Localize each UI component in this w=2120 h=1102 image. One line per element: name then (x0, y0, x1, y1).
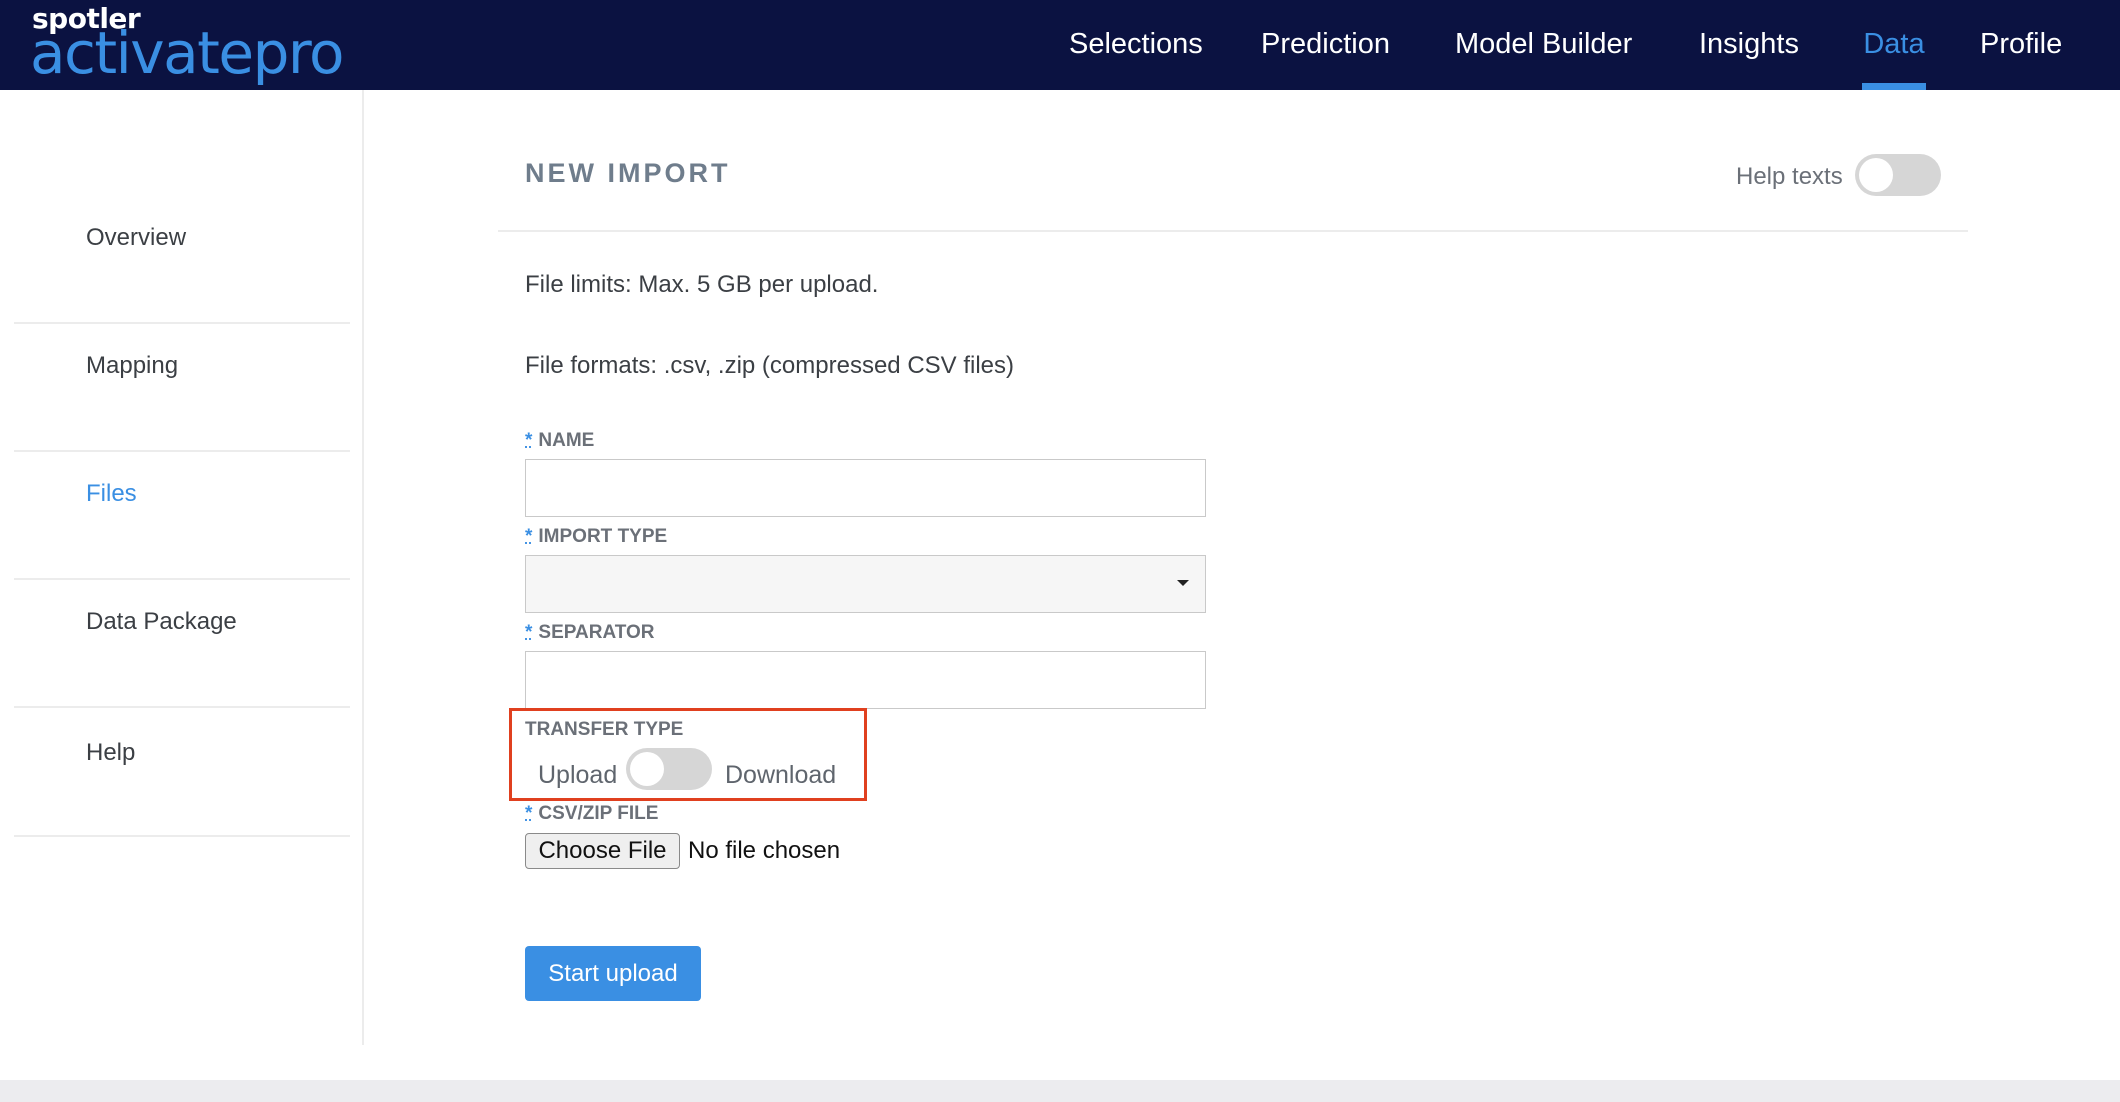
sidebar-item-label: Help (86, 739, 136, 766)
name-input[interactable] (525, 459, 1206, 517)
transfer-upload-label: Upload (538, 761, 618, 789)
separator-label-text: SEPARATOR (538, 622, 655, 643)
divider (498, 230, 1968, 232)
name-label-text: NAME (538, 430, 595, 451)
choose-file-button[interactable]: Choose File (525, 833, 680, 869)
page-title: NEW IMPORT (525, 158, 731, 188)
transfer-type-label: TRANSFER TYPE (525, 719, 684, 740)
import-type-select[interactable] (525, 555, 1206, 613)
file-status-text: No file chosen (688, 837, 841, 864)
required-marker: * (525, 803, 533, 824)
required-marker: * (525, 622, 533, 643)
toggle-knob (630, 752, 664, 786)
nav-model-builder[interactable]: Model Builder (1455, 0, 1632, 90)
import-type-field-label: * IMPORT TYPE (525, 526, 667, 548)
sidebar-item-mapping[interactable]: Mapping (14, 324, 350, 452)
file-limits-text: File limits: Max. 5 GB per upload. (525, 271, 879, 298)
separator-input[interactable] (525, 651, 1206, 709)
nav-active-indicator (1862, 83, 1926, 90)
csv-zip-file-label-text: CSV/ZIP FILE (538, 803, 659, 824)
help-texts-label: Help texts (1736, 163, 1843, 190)
sidebar-item-label: Data Package (86, 608, 237, 635)
toggle-knob (1859, 158, 1893, 192)
file-formats-text: File formats: .csv, .zip (compressed CSV… (525, 352, 1014, 379)
transfer-download-label: Download (725, 761, 837, 789)
sidebar-item-label: Mapping (86, 352, 179, 379)
nav-data-label: Data (1863, 28, 1925, 60)
brand-logo-main: activatepro (30, 19, 344, 87)
chevron-down-icon (1177, 580, 1189, 586)
csv-zip-file-field-label: * CSV/ZIP FILE (525, 803, 658, 825)
required-marker: * (525, 430, 533, 451)
sidebar-item-label: Files (86, 480, 137, 507)
import-type-label-text: IMPORT TYPE (538, 526, 668, 547)
separator-field-label: * SEPARATOR (525, 622, 655, 644)
sidebar: Overview Mapping Files Data Package Help (0, 90, 364, 1045)
sidebar-item-overview[interactable]: Overview (14, 197, 350, 324)
nav-profile[interactable]: Profile (1980, 0, 2062, 90)
nav-selections[interactable]: Selections (1069, 0, 1203, 90)
top-navigation-bar: spotler activatepro Selections Predictio… (0, 0, 2120, 90)
sidebar-item-data-package[interactable]: Data Package (14, 580, 350, 708)
required-marker: * (525, 526, 533, 547)
start-upload-button[interactable]: Start upload (525, 946, 701, 1001)
name-field-label: * NAME (525, 430, 594, 452)
transfer-type-toggle[interactable] (626, 748, 712, 790)
nav-prediction[interactable]: Prediction (1261, 0, 1390, 90)
sidebar-item-label: Overview (86, 224, 187, 251)
help-texts-toggle[interactable] (1855, 154, 1941, 196)
nav-data[interactable]: Data (1862, 0, 1926, 90)
nav-insights[interactable]: Insights (1699, 0, 1799, 90)
footer-bar (0, 1080, 2120, 1102)
sidebar-item-help[interactable]: Help (14, 708, 350, 837)
sidebar-item-files[interactable]: Files (14, 452, 350, 580)
